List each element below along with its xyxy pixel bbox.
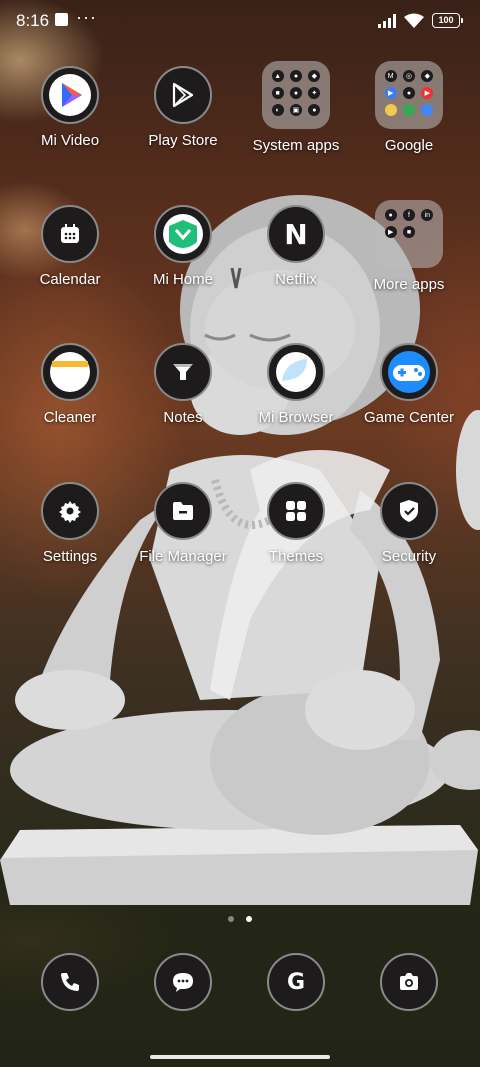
- app-mi-browser[interactable]: Mi Browser: [240, 343, 352, 426]
- folder-icon: ▲ ● ◆ ■ ● ✦ ◐ ▣ ●: [262, 61, 330, 129]
- folder-google[interactable]: M ◎ ◆ ▶ ● ▶ Google: [353, 61, 465, 154]
- app-label: File Manager: [139, 548, 227, 565]
- message-icon: [154, 953, 212, 1011]
- netflix-letter: N: [284, 217, 308, 251]
- play-store-icon: [154, 66, 212, 124]
- app-security[interactable]: Security: [353, 482, 465, 565]
- google-g-icon: G: [267, 953, 325, 1011]
- app-label: Security: [381, 548, 437, 565]
- gear-icon: [41, 482, 99, 540]
- dock-phone[interactable]: [14, 953, 126, 1011]
- signal-icon: [378, 14, 396, 28]
- app-label: Mi Video: [40, 132, 100, 149]
- notes-icon: [154, 343, 212, 401]
- battery-indicator: 100: [432, 13, 463, 28]
- app-game-center[interactable]: Game Center: [353, 343, 465, 426]
- camera-icon: [380, 953, 438, 1011]
- app-label: Play Store: [148, 132, 218, 149]
- app-cleaner[interactable]: Cleaner: [14, 343, 126, 426]
- browser-icon: [267, 343, 325, 401]
- app-label: Cleaner: [43, 409, 97, 426]
- phone-icon: [41, 953, 99, 1011]
- gamepad-icon: [380, 343, 438, 401]
- app-label: More apps: [373, 276, 445, 293]
- mi-home-icon: [154, 205, 212, 263]
- more-notifications-icon: ···: [76, 7, 97, 27]
- mi-video-icon: [41, 66, 99, 124]
- home-gesture-bar[interactable]: [150, 1055, 330, 1059]
- app-label: Mi Home: [152, 271, 213, 288]
- folder-more-apps[interactable]: ● f in ▶ ■ More apps: [353, 200, 465, 293]
- app-label: Game Center: [363, 409, 455, 426]
- wifi-icon: [404, 13, 424, 28]
- folder-icon: M ◎ ◆ ▶ ● ▶: [375, 61, 443, 129]
- app-settings[interactable]: Settings: [14, 482, 126, 565]
- dock-google[interactable]: G: [240, 953, 352, 1011]
- page-dot-active: [246, 916, 253, 922]
- page-dot: [227, 916, 234, 922]
- themes-icon: [267, 482, 325, 540]
- app-themes[interactable]: Themes: [240, 482, 352, 565]
- app-label: Google: [384, 137, 434, 154]
- clock: 8:16: [16, 11, 50, 30]
- app-netflix[interactable]: N Netflix: [240, 205, 352, 288]
- app-label: Themes: [268, 548, 324, 565]
- dock-messages[interactable]: [127, 953, 239, 1011]
- dock-camera[interactable]: [353, 953, 465, 1011]
- google-letter: G: [286, 969, 306, 995]
- app-label: System apps: [252, 137, 340, 154]
- cleaner-icon: [41, 343, 99, 401]
- app-play-store[interactable]: Play Store: [127, 66, 239, 149]
- calendar-icon: [41, 205, 99, 263]
- app-calendar[interactable]: Calendar: [14, 205, 126, 288]
- page-indicator: [0, 909, 480, 927]
- netflix-icon: N: [267, 205, 325, 263]
- status-bar: 8:16 ··· 100: [0, 0, 480, 42]
- shield-icon: [380, 482, 438, 540]
- folder-system-apps[interactable]: ▲ ● ◆ ■ ● ✦ ◐ ▣ ● System apps: [240, 61, 352, 154]
- app-mi-video[interactable]: Mi Video: [14, 66, 126, 149]
- folder-icon: ● f in ▶ ■: [375, 200, 443, 268]
- app-label: Notes: [163, 409, 203, 426]
- folder-file-icon: [154, 482, 212, 540]
- app-label: Settings: [42, 548, 98, 565]
- app-label: Netflix: [275, 271, 317, 288]
- app-mi-home[interactable]: Mi Home: [127, 205, 239, 288]
- app-file-manager[interactable]: File Manager: [127, 482, 239, 565]
- notification-icon: [55, 13, 68, 26]
- app-notes[interactable]: Notes: [127, 343, 239, 426]
- app-label: Mi Browser: [258, 409, 334, 426]
- app-label: Calendar: [39, 271, 101, 288]
